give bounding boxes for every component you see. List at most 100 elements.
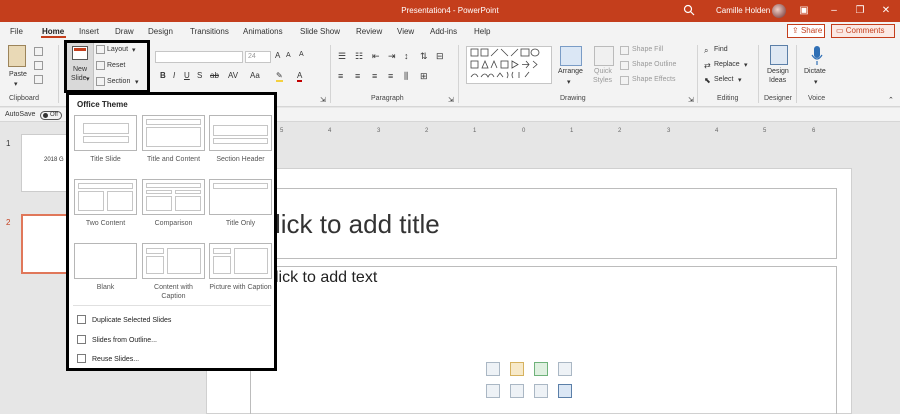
character-spacing-icon[interactable]: AV [228, 71, 238, 80]
duplicate-selected-slides-item[interactable]: Duplicate Selected Slides [77, 315, 171, 324]
decrease-indent-icon[interactable]: ⇤ [372, 51, 380, 62]
slide-thumbnail-2[interactable] [21, 214, 71, 274]
tab-file[interactable]: File [10, 27, 23, 36]
select-icon[interactable]: ⬉ [704, 76, 711, 85]
align-right-icon[interactable]: ≡ [372, 71, 377, 81]
arrange-dropdown-icon[interactable]: ▾ [567, 78, 571, 86]
replace-button-label[interactable]: Replace [714, 61, 740, 68]
tab-view[interactable]: View [397, 27, 414, 36]
collapse-ribbon-icon[interactable]: ⌃ [888, 96, 894, 104]
avatar[interactable] [772, 4, 786, 18]
layout-button-label[interactable]: Layout [107, 46, 128, 53]
layout-title-and-content[interactable]: Title and Content [142, 115, 205, 164]
underline-icon[interactable]: U [184, 71, 190, 80]
paragraph-dialog-launcher-icon[interactable]: ⇲ [448, 96, 454, 104]
layout-content-with-caption[interactable]: Content with Caption [142, 243, 205, 301]
insert-smartart-icon[interactable] [534, 362, 548, 376]
user-name[interactable]: Camille Holden [716, 6, 770, 15]
change-case-icon[interactable]: Aa [250, 71, 260, 80]
tab-home[interactable]: Home [42, 27, 64, 36]
align-left-icon[interactable]: ≡ [338, 71, 343, 81]
copy-icon[interactable] [34, 61, 43, 70]
section-dropdown-icon[interactable]: ▾ [135, 78, 139, 86]
increase-indent-icon[interactable]: ⇥ [388, 51, 396, 62]
arrange-button-label[interactable]: Arrange [558, 68, 583, 75]
grow-font-icon[interactable]: A [275, 51, 280, 60]
replace-dropdown-icon[interactable]: ▾ [744, 61, 748, 69]
shape-effects-label[interactable]: Shape Effects [632, 76, 675, 83]
bold-icon[interactable]: B [160, 71, 166, 80]
tab-draw[interactable]: Draw [115, 27, 134, 36]
layout-title-slide[interactable]: Title Slide [74, 115, 137, 164]
arrange-icon[interactable] [560, 46, 582, 66]
shape-outline-icon[interactable] [620, 61, 629, 70]
design-ideas-label-1[interactable]: Design [767, 68, 789, 75]
tab-insert[interactable]: Insert [79, 27, 99, 36]
align-text-icon[interactable]: ⊟ [436, 51, 444, 62]
comments-button[interactable]: ▭ Comments [831, 24, 895, 38]
format-painter-icon[interactable] [34, 75, 43, 84]
tab-add-ins[interactable]: Add-ins [430, 27, 457, 36]
section-icon[interactable] [96, 77, 105, 86]
title-placeholder[interactable]: lick to add title [250, 188, 837, 259]
microphone-icon[interactable] [810, 45, 824, 67]
insert-icons-icon[interactable] [558, 384, 572, 398]
cut-icon[interactable] [34, 47, 43, 56]
smartart-icon[interactable]: ⊞ [420, 71, 428, 82]
font-color-icon[interactable]: A [297, 71, 303, 82]
find-button-label[interactable]: Find [714, 46, 728, 53]
italic-icon[interactable]: I [173, 71, 175, 80]
share-button[interactable]: ⇪ Share [787, 24, 825, 38]
tab-animations[interactable]: Animations [243, 27, 283, 36]
design-ideas-icon[interactable] [770, 45, 788, 65]
find-icon[interactable]: ⌕ [704, 46, 708, 56]
line-spacing-icon[interactable]: ↕ [404, 51, 409, 61]
restore-icon[interactable]: ❐ [852, 3, 868, 19]
quick-styles-label-1[interactable]: Quick [594, 68, 612, 75]
insert-table-icon[interactable] [486, 362, 500, 376]
strikethrough-icon[interactable]: ab [210, 71, 219, 80]
close-icon[interactable]: ✕ [878, 3, 894, 19]
layout-comparison[interactable]: Comparison [142, 179, 205, 228]
dictate-button-label[interactable]: Dictate [804, 68, 826, 75]
highlight-icon[interactable]: ✎ [276, 71, 283, 82]
tab-transitions[interactable]: Transitions [190, 27, 229, 36]
paste-icon[interactable] [8, 45, 26, 67]
font-name-input[interactable] [155, 51, 243, 63]
tab-design[interactable]: Design [148, 27, 173, 36]
quick-styles-label-2[interactable]: Styles [593, 77, 612, 84]
autosave-toggle[interactable]: Off [40, 111, 62, 120]
paste-button-label[interactable]: Paste [9, 71, 27, 78]
section-button-label[interactable]: Section [107, 78, 130, 85]
reset-button-label[interactable]: Reset [107, 62, 125, 69]
shrink-font-icon[interactable]: A [286, 52, 291, 59]
insert-picture-icon[interactable] [486, 384, 500, 398]
layout-dropdown-icon[interactable]: ▾ [132, 46, 136, 54]
justify-icon[interactable]: ≡ [388, 71, 393, 81]
new-slide-button[interactable]: New Slide ▾ [66, 41, 94, 91]
quick-styles-icon[interactable] [594, 46, 614, 66]
drawing-dialog-launcher-icon[interactable]: ⇲ [688, 96, 694, 104]
shape-fill-label[interactable]: Shape Fill [632, 46, 663, 53]
insert-3d-model-icon[interactable] [558, 362, 572, 376]
shapes-gallery[interactable] [466, 46, 552, 84]
search-icon[interactable] [683, 4, 695, 16]
reuse-slides-item[interactable]: Reuse Slides... [77, 354, 139, 363]
layout-title-only[interactable]: Title Only [209, 179, 272, 228]
tab-review[interactable]: Review [356, 27, 382, 36]
slide-thumbnail-1[interactable]: 2018 G [21, 134, 71, 192]
insert-video-icon[interactable] [534, 384, 548, 398]
text-direction-icon[interactable]: ⇅ [420, 51, 428, 62]
minimize-icon[interactable]: – [826, 3, 842, 19]
select-button-label[interactable]: Select [714, 76, 733, 83]
bullets-icon[interactable]: ☰ [338, 51, 346, 62]
shape-outline-label[interactable]: Shape Outline [632, 61, 676, 68]
insert-chart-icon[interactable] [510, 362, 524, 376]
layout-section-header[interactable]: Section Header [209, 115, 272, 164]
paste-dropdown-icon[interactable]: ▾ [14, 80, 18, 88]
select-dropdown-icon[interactable]: ▾ [738, 76, 742, 84]
layout-blank[interactable]: Blank [74, 243, 137, 292]
dictate-dropdown-icon[interactable]: ▾ [814, 78, 818, 86]
design-ideas-label-2[interactable]: Ideas [769, 77, 786, 84]
tab-help[interactable]: Help [474, 27, 490, 36]
